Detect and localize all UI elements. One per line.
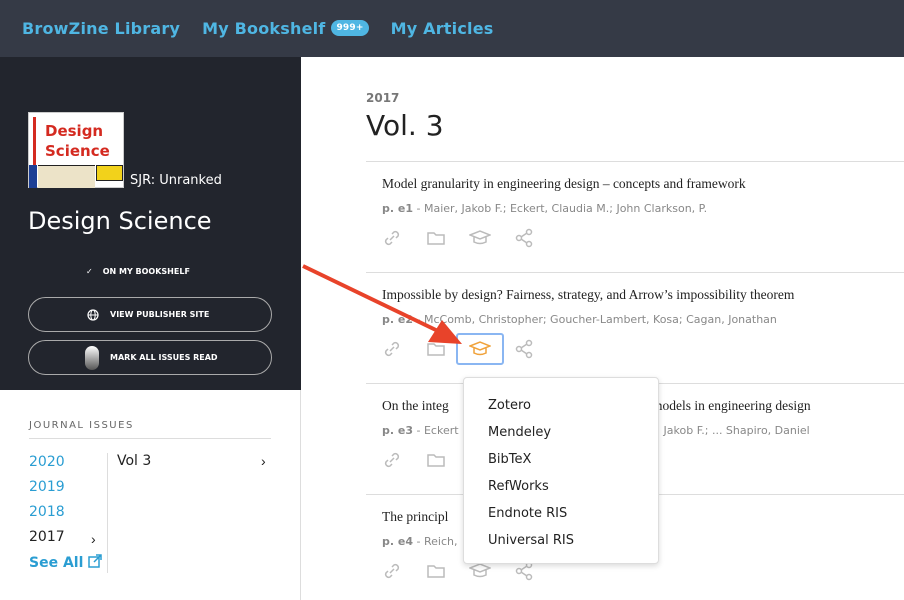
article-authors-end: r, Jakob F.; ... Shapiro, Daniel bbox=[652, 424, 810, 437]
link-icon[interactable] bbox=[380, 559, 404, 583]
journal-header-panel: Design Science SJR: Unranked Design Scien… bbox=[0, 57, 301, 390]
my-bookshelf-link[interactable]: My Bookshelf 999+ bbox=[202, 19, 369, 38]
cover-title: Design Science bbox=[45, 121, 110, 161]
mark-all-read-button[interactable]: MARK ALL ISSUES READ bbox=[28, 340, 272, 375]
year-2018[interactable]: 2018 bbox=[29, 504, 65, 520]
article-title[interactable]: Model granularity in engineering design … bbox=[382, 176, 746, 192]
article-meta: p. e4 - Reich, bbox=[382, 535, 458, 548]
article-title[interactable]: On the integ models in engineering design bbox=[382, 398, 811, 414]
cite-icon[interactable] bbox=[468, 226, 492, 250]
external-link-icon bbox=[88, 554, 103, 568]
see-all-label: See All bbox=[29, 555, 84, 571]
cover-title-line1: Design bbox=[45, 122, 104, 140]
menu-item-bibtex[interactable]: BibTeX bbox=[464, 446, 658, 473]
citation-export-menu: Zotero Mendeley BibTeX RefWorks Endnote … bbox=[463, 377, 659, 564]
my-bookshelf-label: My Bookshelf bbox=[202, 19, 326, 38]
journal-issues-heading: JOURNAL ISSUES bbox=[29, 420, 134, 431]
chevron-right-icon: › bbox=[91, 531, 96, 547]
article-authors: Reich, bbox=[423, 535, 458, 548]
year-2017[interactable]: 2017 bbox=[29, 529, 65, 545]
article-authors: Maier, Jakob F.; Eckert, Claudia M.; Joh… bbox=[423, 202, 708, 215]
article-authors: Eckert bbox=[423, 424, 459, 437]
checkmark-icon: ✓ bbox=[86, 267, 93, 276]
cover-beige-block bbox=[38, 165, 95, 188]
folder-icon[interactable] bbox=[424, 559, 448, 583]
article-title-end: models in engineering design bbox=[652, 398, 811, 413]
menu-item-universal-ris[interactable]: Universal RIS bbox=[464, 527, 658, 554]
chevron-right-icon: › bbox=[261, 453, 266, 469]
on-bookshelf-label: ON MY BOOKSHELF bbox=[102, 267, 190, 276]
on-bookshelf-status[interactable]: ✓ ON MY BOOKSHELF bbox=[86, 267, 190, 276]
menu-item-zotero[interactable]: Zotero bbox=[464, 392, 658, 419]
article-page: p. e4 bbox=[382, 535, 413, 548]
see-all-link[interactable]: See All bbox=[29, 554, 103, 571]
menu-item-mendeley[interactable]: Mendeley bbox=[464, 419, 658, 446]
article-page: p. e3 bbox=[382, 424, 413, 437]
globe-icon bbox=[87, 309, 99, 321]
share-icon[interactable] bbox=[512, 337, 536, 361]
cover-title-line2: Science bbox=[45, 142, 110, 160]
folder-icon[interactable] bbox=[424, 226, 448, 250]
article-page: p. e1 bbox=[382, 202, 413, 215]
issue-year: 2017 bbox=[366, 91, 400, 105]
journal-issues-panel: JOURNAL ISSUES 2020 2019 2018 2017 › See… bbox=[0, 390, 301, 600]
cover-red-bar bbox=[33, 117, 36, 167]
article-actions bbox=[380, 226, 536, 250]
menu-item-refworks[interactable]: RefWorks bbox=[464, 473, 658, 500]
volume-item[interactable]: Vol 3 bbox=[117, 453, 151, 469]
article-meta: p. e1 - Maier, Jakob F.; Eckert, Claudia… bbox=[382, 202, 708, 215]
cover-yellow-block bbox=[96, 165, 123, 181]
year-2019[interactable]: 2019 bbox=[29, 479, 65, 495]
view-publisher-button[interactable]: VIEW PUBLISHER SITE bbox=[28, 297, 272, 332]
top-nav-bar: BrowZine Library My Bookshelf 999+ My Art… bbox=[0, 0, 904, 57]
divider bbox=[29, 438, 271, 439]
my-articles-link[interactable]: My Articles bbox=[391, 19, 494, 38]
mark-all-read-label: MARK ALL ISSUES READ bbox=[110, 353, 218, 362]
article-actions bbox=[380, 448, 448, 472]
divider bbox=[107, 453, 108, 573]
mark-read-icon bbox=[85, 346, 99, 370]
bookshelf-count-badge: 999+ bbox=[331, 19, 369, 36]
share-icon[interactable] bbox=[512, 226, 536, 250]
article-title[interactable]: The principl bbox=[382, 509, 448, 525]
volume-title: Vol. 3 bbox=[366, 109, 444, 142]
year-2020[interactable]: 2020 bbox=[29, 454, 65, 470]
journal-title: Design Science bbox=[28, 207, 212, 235]
link-icon[interactable] bbox=[380, 448, 404, 472]
link-icon[interactable] bbox=[380, 226, 404, 250]
browzine-library-link[interactable]: BrowZine Library bbox=[22, 19, 180, 38]
folder-icon[interactable] bbox=[424, 448, 448, 472]
annotation-arrow-icon bbox=[302, 264, 462, 344]
article-title-start: On the integ bbox=[382, 398, 449, 413]
journal-cover-image: Design Science bbox=[28, 112, 124, 188]
cover-blue-block bbox=[29, 165, 37, 188]
article-meta: p. e3 - Eckert r, Jakob F.; ... Shapiro, … bbox=[382, 424, 810, 437]
article-item: Model granularity in engineering design … bbox=[366, 161, 904, 272]
view-publisher-label: VIEW PUBLISHER SITE bbox=[110, 310, 210, 319]
sjr-rank: SJR: Unranked bbox=[130, 173, 222, 188]
menu-item-endnote-ris[interactable]: Endnote RIS bbox=[464, 500, 658, 527]
